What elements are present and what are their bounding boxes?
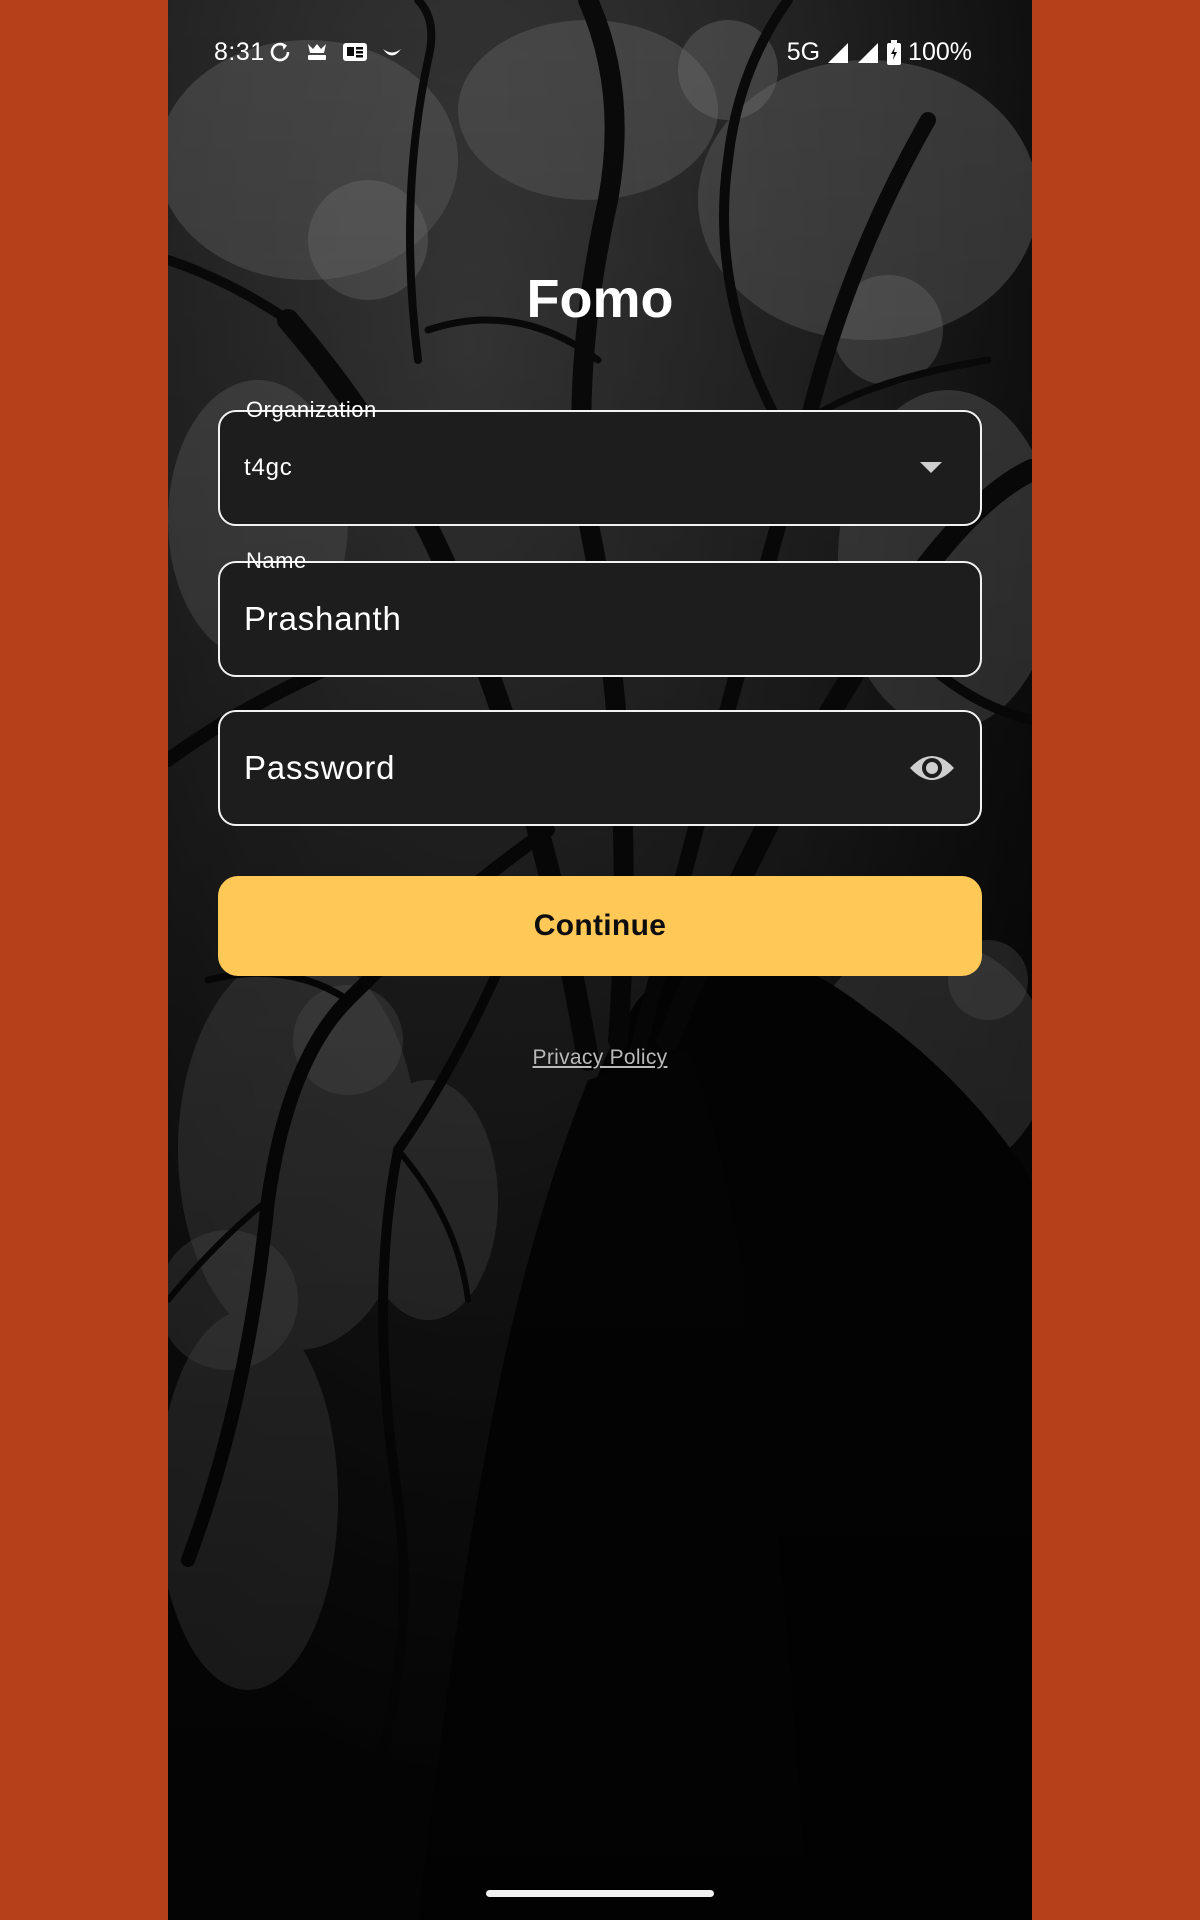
continue-button[interactable]: Continue <box>218 876 982 976</box>
status-notification-icons <box>268 40 404 64</box>
battery-percent: 100% <box>908 38 972 66</box>
signal-icon <box>826 41 850 65</box>
status-time: 8:31 <box>214 38 265 66</box>
organization-dropdown[interactable]: Organization t4gc <box>218 397 982 526</box>
eye-icon[interactable] <box>908 746 956 790</box>
signal-icon <box>856 41 880 65</box>
password-field[interactable] <box>218 710 982 826</box>
name-value: Prashanth <box>244 600 402 637</box>
dropdown-arrow-icon[interactable] <box>920 462 942 473</box>
sync-icon <box>268 40 292 64</box>
status-bar: 8:31 5G 100% <box>168 0 1032 106</box>
password-input[interactable] <box>244 712 844 824</box>
network-type: 5G <box>786 38 821 66</box>
home-indicator[interactable] <box>486 1890 714 1897</box>
news-icon <box>342 41 368 63</box>
app-title: Fomo <box>526 269 674 329</box>
organization-value: t4gc <box>244 454 293 481</box>
fool-app-icon <box>304 40 330 64</box>
battery-icon <box>886 39 902 66</box>
smile-icon <box>380 40 404 64</box>
name-field[interactable]: Name Prashanth <box>218 548 982 677</box>
privacy-policy-link[interactable]: Privacy Policy <box>168 1046 1032 1070</box>
login-screen: 8:31 5G 100% Fomo Organization t4gc Name… <box>168 0 1032 1920</box>
status-system-icons: 5G 100% <box>787 38 972 67</box>
